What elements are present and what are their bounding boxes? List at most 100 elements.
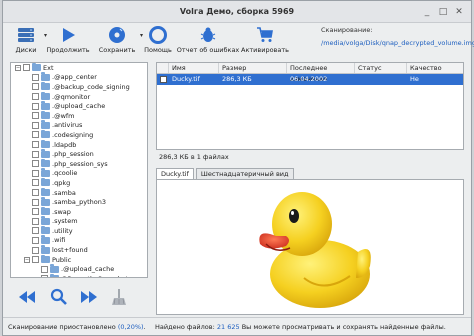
tree-item[interactable]: .qpkg — [11, 177, 147, 188]
tree-item-label: .wifi — [52, 236, 66, 245]
tree-checkbox[interactable] — [32, 179, 39, 187]
folder-icon — [41, 254, 50, 264]
tree-item[interactable]: − Public — [11, 254, 147, 265]
tree-item-label: .codesigning — [52, 130, 94, 139]
col-status[interactable]: Статус — [355, 63, 407, 73]
help-button[interactable]: Помощь — [141, 24, 175, 58]
tree-item-label: .qcoolie — [52, 169, 78, 178]
tree-item[interactable]: .php_session_sys — [11, 158, 147, 169]
tree-item[interactable]: .samba — [11, 187, 147, 198]
tree-checkbox[interactable] — [32, 112, 39, 120]
tab-image[interactable]: Ducky.tif — [156, 168, 194, 179]
tree-checkbox[interactable] — [32, 131, 39, 139]
tree-checkbox[interactable] — [23, 64, 30, 72]
folder-icon — [41, 101, 50, 110]
continue-button[interactable]: Продолжить — [43, 24, 93, 58]
scan-status-text: Сканирование приостановлено — [8, 323, 116, 331]
table-row[interactable]: Ducky.tif 286,3 КБ 06.04.2002 16:57:58 Н… — [157, 74, 463, 94]
folder-icon — [32, 63, 41, 72]
tree-checkbox[interactable] — [32, 227, 39, 235]
tree-checkbox[interactable] — [32, 150, 39, 158]
col-quality[interactable]: Качество — [407, 63, 463, 73]
fast-forward-icon[interactable] — [80, 288, 98, 306]
tree-item-label: .@backup_code_signing — [52, 82, 130, 91]
tree-item[interactable]: .@wfm — [11, 110, 147, 121]
folder-icon — [41, 197, 50, 206]
folder-icon — [41, 168, 50, 177]
play-icon — [63, 28, 75, 42]
tree-checkbox[interactable] — [32, 83, 39, 91]
tree-item[interactable]: .qcoolie — [11, 168, 147, 179]
tree-checkbox[interactable] — [32, 102, 39, 110]
tree-item[interactable]: .@upload_cache — [11, 264, 147, 274]
search-icon[interactable] — [50, 288, 68, 306]
help-label: Помощь — [144, 46, 172, 54]
lifebuoy-icon — [149, 26, 167, 44]
tree-item[interactable]: .@upload_cache — [11, 101, 147, 111]
tree-checkbox[interactable] — [32, 217, 39, 225]
tree-item[interactable]: .utility — [11, 225, 147, 236]
tree-item-label: .utility — [52, 226, 73, 235]
tree-checkbox[interactable] — [32, 141, 39, 149]
tree-item[interactable]: .@app_center — [11, 72, 147, 83]
tree-item[interactable]: .samba_python3 — [11, 197, 147, 207]
tree-item-label: .samba — [52, 188, 76, 197]
tree-item[interactable]: .codesigning — [11, 129, 147, 140]
tree-item[interactable]: .wifi — [11, 235, 147, 246]
tree-checkbox[interactable] — [32, 246, 39, 254]
tab-hex[interactable]: Шестнадцатеричный вид — [195, 168, 294, 179]
tree-checkbox[interactable] — [41, 265, 48, 273]
tree-item[interactable]: lost+found — [11, 245, 147, 255]
continue-label: Продолжить — [46, 46, 90, 54]
rewind-icon[interactable] — [18, 288, 36, 306]
preview-tabs: Ducky.tif Шестнадцатеричный вид — [156, 168, 464, 179]
col-name[interactable]: Имя — [169, 63, 219, 73]
tree-item-label: .qpkg — [52, 178, 71, 187]
tree-item[interactable]: .antivirus — [11, 120, 147, 131]
report-button[interactable]: Отчет об ошибках — [175, 24, 241, 58]
disks-icon — [18, 28, 34, 42]
broom-icon[interactable] — [110, 288, 128, 306]
tree-checkbox[interactable] — [32, 208, 39, 216]
tree-item[interactable]: .php_session — [11, 149, 147, 159]
cell-size: 286,3 КБ — [222, 75, 252, 83]
tree-item[interactable]: .ldapdb — [11, 139, 147, 150]
collapse-icon[interactable]: − — [15, 64, 21, 71]
folder-icon — [41, 187, 50, 197]
col-size[interactable]: Размер — [219, 63, 287, 73]
collapse-icon[interactable]: − — [24, 256, 30, 263]
tree-item[interactable]: @Recently-Snapshot — [11, 273, 147, 277]
tree-item-label: .system — [52, 217, 78, 226]
disks-button[interactable]: Диски ▾ — [9, 24, 47, 58]
scan-info: Сканирование: /media/volga/Disk/qnap_dec… — [321, 26, 474, 47]
row-checkbox[interactable] — [160, 76, 167, 83]
tree-item[interactable]: .@backup_code_signing — [11, 81, 147, 92]
tree-item-label: Ext — [43, 63, 54, 72]
folder-tree[interactable]: − Ext .@app_center .@backup_code_signing .@q… — [10, 62, 148, 278]
tree-checkbox[interactable] — [32, 198, 39, 206]
folder-icon — [41, 120, 50, 129]
save-button[interactable]: Сохранить ▾ — [93, 24, 143, 58]
maximize-icon[interactable]: □ — [437, 6, 449, 18]
folder-icon — [41, 245, 50, 254]
activate-button[interactable]: Активировать — [241, 24, 289, 58]
col-check[interactable] — [157, 63, 169, 73]
tree-checkbox[interactable] — [32, 169, 39, 177]
tree-checkbox[interactable] — [32, 73, 39, 81]
tree-checkbox[interactable] — [32, 256, 39, 264]
tree-checkbox[interactable] — [32, 121, 39, 129]
close-icon[interactable]: ✕ — [453, 6, 465, 18]
folder-icon — [41, 177, 50, 187]
tree-item[interactable]: .system — [11, 216, 147, 227]
tree-item[interactable]: − Ext — [11, 63, 147, 73]
tree-checkbox[interactable] — [41, 275, 48, 277]
tree-checkbox[interactable] — [32, 189, 39, 197]
found-label: Найдено файлов: — [155, 323, 215, 331]
minimize-icon[interactable]: _ — [421, 6, 433, 18]
tree-item[interactable]: .@qmonitor — [11, 91, 147, 102]
tree-checkbox[interactable] — [32, 93, 39, 101]
tree-checkbox[interactable] — [32, 160, 39, 168]
tree-item[interactable]: .swap — [11, 206, 147, 217]
tree-checkbox[interactable] — [32, 236, 39, 244]
col-modified[interactable]: Последнее изменение — [287, 63, 355, 83]
